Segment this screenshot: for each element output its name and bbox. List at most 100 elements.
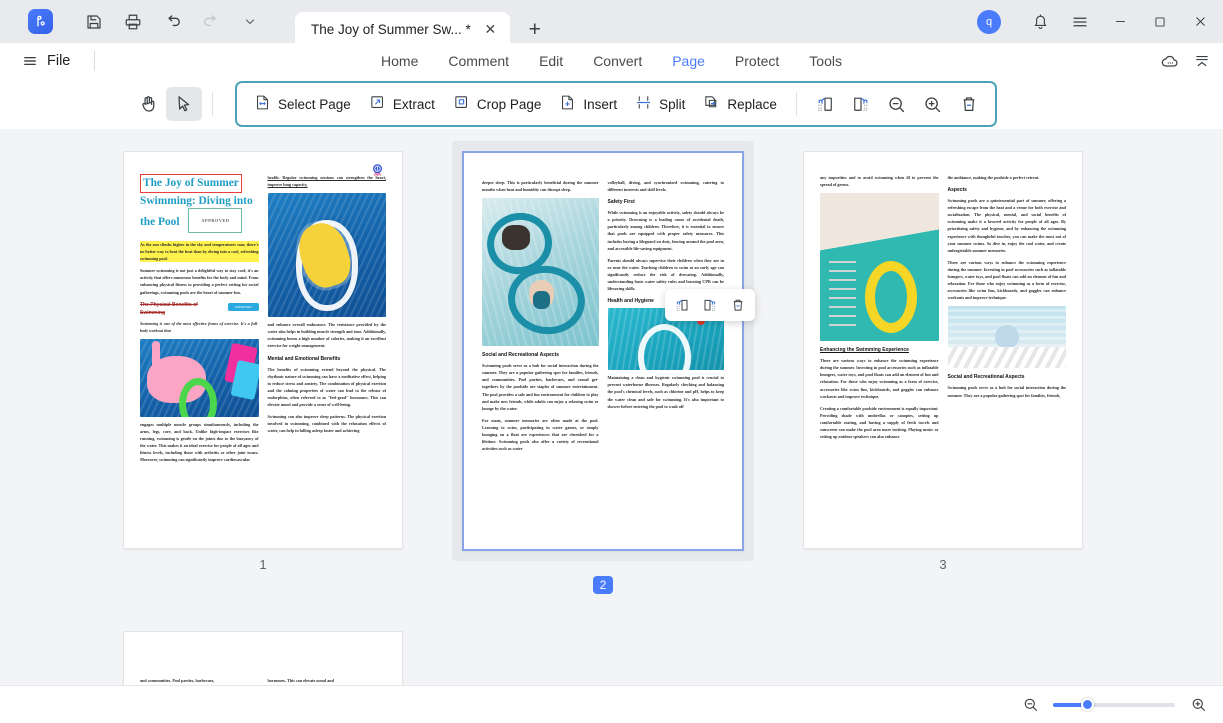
page1-right-column: health. Regular swimming sessions can st… (268, 174, 387, 538)
page-number-3[interactable]: 3 (939, 557, 946, 572)
save-icon[interactable] (79, 7, 109, 37)
tab-tools[interactable]: Tools (794, 47, 857, 75)
delete-page-icon[interactable] (951, 87, 987, 121)
insert-button[interactable]: Insert (550, 88, 626, 120)
extract-label: Extract (393, 97, 435, 112)
swimmer-on-float-image (268, 193, 387, 317)
select-tool-icon[interactable] (166, 87, 202, 121)
page-slot-1[interactable]: The Joy of Summer Swimming: Diving into … (123, 151, 403, 574)
tab-home[interactable]: Home (366, 47, 433, 75)
divider (796, 92, 797, 116)
doc-title-line3: the Pool (140, 216, 180, 228)
zoom-in-icon[interactable] (1187, 694, 1209, 716)
yellow-ring-poolside-image (820, 193, 939, 341)
paragraph: health. Regular swimming sessions can st… (268, 174, 387, 188)
page-thumbnail-4[interactable]: and communities. Pool parties, barbecues… (123, 631, 403, 685)
page-tools-group: Select Page Extract Crop Page (235, 81, 997, 127)
replace-icon (703, 94, 720, 114)
tab-page[interactable]: Page (657, 47, 720, 75)
paragraph: and communities. Pool parties, barbecues… (140, 677, 259, 684)
page-number-1[interactable]: 1 (259, 557, 266, 572)
section-heading: Enhancing the Swimming Experience (820, 346, 939, 354)
page-toolbar: Select Page Extract Crop Page (0, 79, 1223, 129)
split-icon (635, 94, 652, 114)
chevron-down-icon[interactable] (235, 7, 265, 37)
section-heading: Social and Recreational Aspects (948, 373, 1067, 381)
close-window-icon[interactable] (1181, 0, 1219, 43)
page2-right-column: volleyball, diving, and synchronized swi… (608, 179, 725, 539)
new-tab-button[interactable]: + (520, 15, 550, 45)
select-page-label: Select Page (278, 97, 351, 112)
zoom-out-icon[interactable] (879, 87, 915, 121)
close-icon[interactable]: ✕ (481, 20, 500, 39)
paragraph: and enhance overall endurance. The resis… (268, 321, 387, 349)
page-thumbnail-2[interactable]: deeper sleep. This is particularly benef… (462, 151, 744, 551)
select-page-button[interactable]: Select Page (245, 88, 360, 120)
tab-protect[interactable]: Protect (720, 47, 794, 75)
section-heading: Social and Recreational Aspects (482, 351, 599, 359)
paragraph: Creating a comfortable poolside environm… (820, 405, 939, 440)
page-mini-toolbar (665, 289, 755, 321)
rotate-right-icon[interactable] (697, 292, 723, 318)
tab-convert[interactable]: Convert (578, 47, 657, 75)
delete-page-icon[interactable] (725, 292, 751, 318)
hand-tool-icon[interactable] (130, 87, 166, 121)
zoom-in-icon[interactable] (915, 87, 951, 121)
menu-right-icons (1160, 51, 1211, 71)
paragraph: Summer swimming is not just a delightful… (140, 267, 259, 295)
replace-label: Replace (727, 97, 777, 112)
section-heading: Mental and Emotional Benefits (268, 355, 387, 363)
page-slot-2[interactable]: deeper sleep. This is particularly benef… (452, 141, 754, 594)
page-thumbnail-1[interactable]: The Joy of Summer Swimming: Diving into … (123, 151, 403, 549)
zoom-slider[interactable] (1053, 703, 1175, 707)
page-slot-3[interactable]: any impurities and to avoid swimming whe… (803, 151, 1083, 574)
split-button[interactable]: Split (626, 88, 694, 120)
paragraph: Swimming can also improve sleep patterns… (268, 413, 387, 434)
document-tabs: The Joy of Summer Sw... * ✕ + (295, 0, 550, 43)
paragraph: The benefits of swimming extend beyond t… (268, 366, 387, 409)
tab-comment[interactable]: Comment (433, 47, 524, 75)
page-thumbnail-3[interactable]: any impurities and to avoid swimming whe… (803, 151, 1083, 549)
paragraph: Maintaining a clean and hygienic swimmin… (608, 374, 725, 409)
paragraph: engages multiple muscle groups simultane… (140, 421, 259, 464)
page-number-2[interactable]: 2 (593, 576, 614, 594)
doc-title-line2: Swimming: Diving into (140, 195, 253, 207)
extract-icon (369, 94, 386, 114)
paragraph: As the sun climbs higher in the sky and … (140, 241, 259, 262)
rotate-left-icon[interactable] (807, 87, 843, 121)
collapse-ribbon-icon[interactable] (1193, 52, 1211, 70)
zoom-out-icon[interactable] (1019, 694, 1041, 716)
document-tab[interactable]: The Joy of Summer Sw... * ✕ (295, 12, 510, 47)
pool-floats-image (140, 339, 259, 417)
replace-button[interactable]: Replace (694, 88, 786, 120)
page3-right-column: the ambiance, making the poolside a perf… (948, 174, 1067, 538)
undo-icon[interactable] (157, 7, 187, 37)
avatar[interactable]: q (977, 10, 1001, 34)
crop-page-button[interactable]: Crop Page (444, 88, 551, 120)
print-icon[interactable] (118, 7, 148, 37)
pages-grid: The Joy of Summer Swimming: Diving into … (0, 129, 1223, 685)
paragraph: For many, summer memories are often made… (482, 417, 599, 452)
zoom-slider-knob[interactable] (1081, 698, 1094, 711)
tab-edit[interactable]: Edit (524, 47, 578, 75)
page-slot-4[interactable]: and communities. Pool parties, barbecues… (123, 631, 403, 685)
cloud-icon[interactable] (1160, 51, 1180, 71)
split-label: Split (659, 97, 685, 112)
notification-bell-icon[interactable] (1021, 0, 1059, 43)
page-thumbnail-workspace: The Joy of Summer Swimming: Diving into … (0, 129, 1223, 723)
page3-left-column: any impurities and to avoid swimming whe… (820, 174, 939, 538)
page4-left-column: and communities. Pool parties, barbecues… (140, 677, 259, 685)
section-heading: Safety First (608, 198, 725, 206)
minimize-icon[interactable] (1101, 0, 1139, 43)
extract-button[interactable]: Extract (360, 88, 444, 120)
rotate-left-icon[interactable] (669, 292, 695, 318)
swimmer-with-cap-image (948, 306, 1067, 368)
quick-access-toolbar (79, 7, 265, 37)
paragraph: Swimming pools serve as a hub for social… (948, 384, 1067, 398)
rotate-right-icon[interactable] (843, 87, 879, 121)
maximize-icon[interactable] (1141, 0, 1179, 43)
window-controls: q (977, 0, 1223, 43)
paragraph: Swimming pools are a quintessential part… (948, 197, 1067, 254)
title-bar: The Joy of Summer Sw... * ✕ + q (0, 0, 1223, 43)
hamburger-menu-icon[interactable] (1061, 0, 1099, 43)
